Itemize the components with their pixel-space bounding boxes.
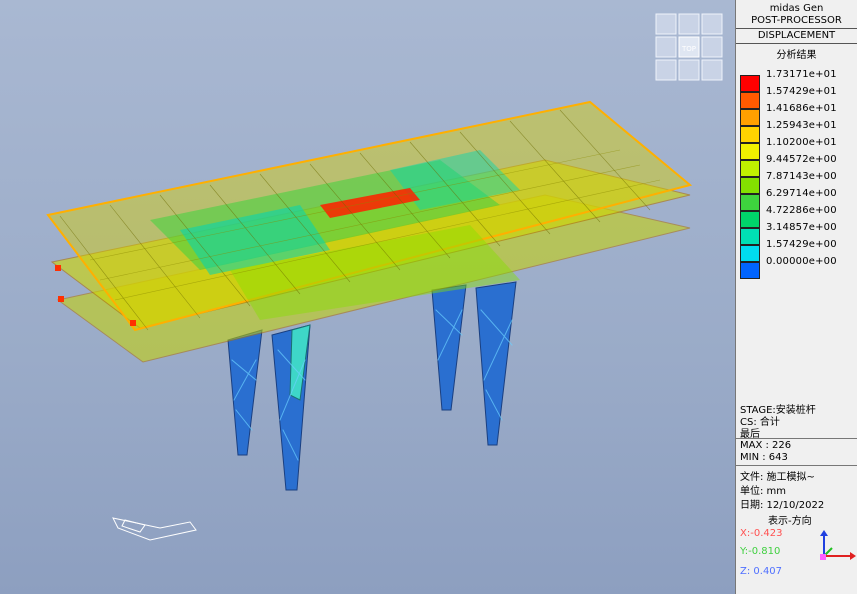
z-direction: Z: 0.407 <box>740 566 783 577</box>
max-label: MAX : 226 <box>740 440 792 451</box>
x-direction: X:-0.423 <box>740 528 783 539</box>
app-title: midas Gen <box>769 3 824 14</box>
legend-value: 1.41686e+01 <box>766 103 837 114</box>
file-label: 文件: 施工模拟~ <box>740 472 815 483</box>
legend-swatch <box>740 262 760 279</box>
axis-triad-icon <box>820 530 856 560</box>
view-navigator[interactable]: TOP <box>655 13 723 81</box>
legend-value: 1.25943e+01 <box>766 120 837 131</box>
result-type: DISPLACEMENT <box>757 30 836 41</box>
processor-title: POST-PROCESSOR <box>751 15 842 26</box>
unit-label: 单位: mm <box>740 486 787 497</box>
legend-swatch <box>740 177 760 194</box>
legend-swatch <box>740 228 760 245</box>
view-direction-label: 表示-方向 <box>768 516 812 527</box>
legend-value: 1.57429e+00 <box>766 239 837 250</box>
truss-model: TOP <box>46 13 723 541</box>
date-label: 日期: 12/10/2022 <box>740 500 825 511</box>
ucs-icon <box>112 517 197 541</box>
legend-value: 3.14857e+00 <box>766 222 837 233</box>
legend-swatch <box>740 160 760 177</box>
legend-value: 1.10200e+01 <box>766 137 837 148</box>
legend-swatch <box>740 92 760 109</box>
legend-swatch <box>740 143 760 160</box>
legend-swatch <box>740 194 760 211</box>
legend-value: 4.72286e+00 <box>766 205 837 216</box>
legend-swatch <box>740 211 760 228</box>
legend-value: 7.87143e+00 <box>766 171 837 182</box>
viewcube-top-label: TOP <box>681 45 696 53</box>
legend-item: 0.00000e+00 <box>740 256 856 279</box>
legend-swatch <box>740 245 760 262</box>
legend-value: 1.73171e+01 <box>766 69 837 80</box>
model-viewport[interactable]: TOP <box>0 0 735 594</box>
legend-swatch <box>740 109 760 126</box>
result-panel: midas Gen POST-PROCESSOR DISPLACEMENT 分析… <box>735 0 857 594</box>
legend-value: 9.44572e+00 <box>766 154 837 165</box>
legend-swatch <box>740 126 760 143</box>
deck-structure <box>46 100 693 363</box>
section-title: 分析结果 <box>776 50 817 61</box>
legend-value: 0.00000e+00 <box>766 256 837 267</box>
legend-swatch <box>740 75 760 92</box>
y-direction: Y:-0.810 <box>740 546 781 557</box>
min-label: MIN : 643 <box>740 452 788 463</box>
legend-value: 1.57429e+01 <box>766 86 837 97</box>
legend-value: 6.29714e+00 <box>766 188 837 199</box>
